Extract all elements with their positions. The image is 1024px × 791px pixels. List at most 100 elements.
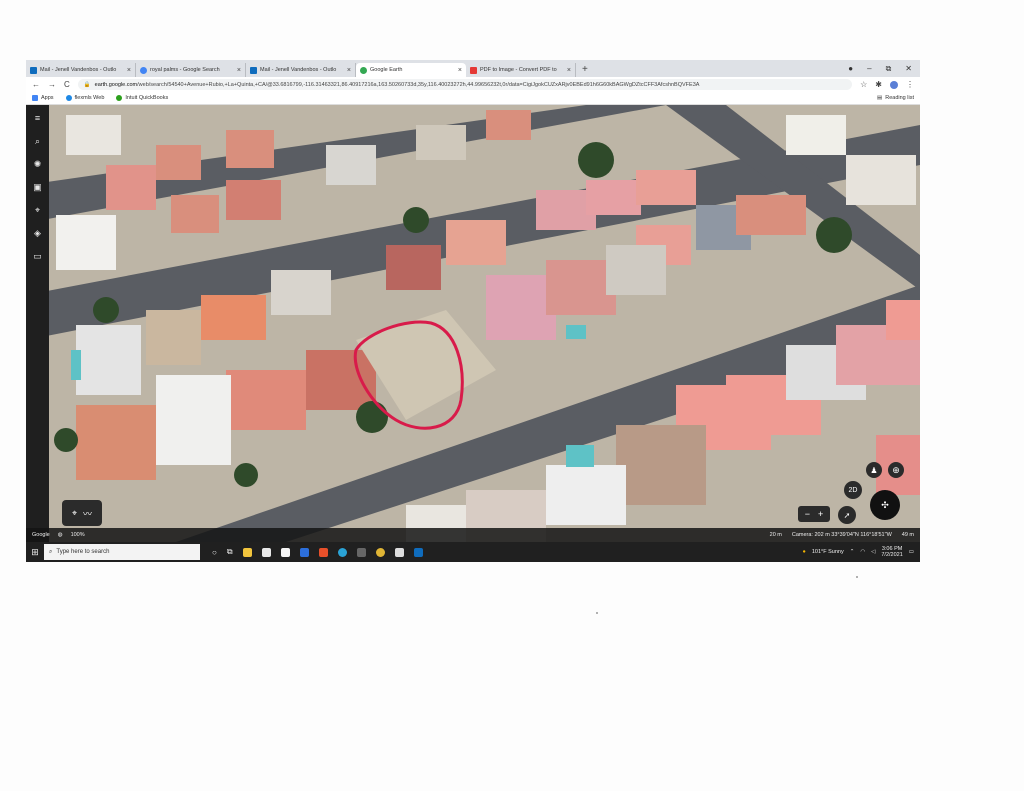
bookmark-star-icon[interactable]: ☆ <box>860 80 867 89</box>
url-host: earth.google.com <box>94 81 138 88</box>
system-tray: ● 101°F Sunny ⌃ ◠ ◁ 3:06 PM 7/2/2021 ▭ <box>803 546 920 558</box>
browser-toolbar: ← → C 🔒 earth.google.com/web/search/5454… <box>26 77 920 92</box>
compass-icon: ✣ <box>881 499 889 510</box>
bookmark-apps[interactable]: Apps <box>32 95 54 101</box>
tilt-button[interactable]: ➚ <box>838 506 856 524</box>
tab-pdf-to-image[interactable]: PDF to Image - Convert PDF to × <box>466 63 576 77</box>
outlook-icon <box>30 66 37 74</box>
google-icon <box>140 66 147 74</box>
bookmark-label: Apps <box>41 95 54 101</box>
lightning-app-icon[interactable] <box>299 547 309 557</box>
globe-icon: ◍ <box>57 532 63 538</box>
earth-map-viewport[interactable] <box>26 105 920 542</box>
avatar[interactable] <box>890 80 898 89</box>
cortana-icon[interactable]: ○ <box>212 548 217 557</box>
tab-close-icon[interactable]: × <box>127 67 131 74</box>
task-view-icon[interactable]: ⧉ <box>227 547 233 557</box>
tab-google-earth[interactable]: Google Earth × <box>356 63 466 77</box>
measure-icon[interactable]: ▭ <box>33 251 43 261</box>
url-path: /web/search/54540+Avenue+Rubio,+La+Quint… <box>137 81 700 88</box>
file-explorer-icon[interactable] <box>242 547 252 557</box>
extensions-icon[interactable]: ✱ <box>875 80 882 89</box>
tab-close-icon[interactable]: × <box>458 67 462 74</box>
voyager-icon[interactable]: ✺ <box>33 159 43 169</box>
dice-icon[interactable]: ▣ <box>33 182 43 192</box>
store-icon[interactable] <box>261 547 271 557</box>
zoom-in-button[interactable]: + <box>818 509 823 519</box>
close-button[interactable]: ✕ <box>905 64 912 73</box>
google-attribution: Google <box>32 532 50 538</box>
search-placeholder: Type here to search <box>56 549 110 555</box>
tab-close-icon[interactable]: × <box>347 67 351 74</box>
bookmark-flexmls[interactable]: flexmls Web <box>65 95 105 101</box>
volume-icon[interactable]: ◁ <box>871 549 875 555</box>
path-icon: 〰 <box>83 508 93 519</box>
compass-button[interactable]: ✣ <box>870 490 900 520</box>
calculator-icon[interactable] <box>356 547 366 557</box>
bookmark-label: flexmls Web <box>74 95 105 101</box>
restore-button[interactable]: ⧉ <box>886 64 892 74</box>
search-icon[interactable]: ⌕ <box>33 136 43 146</box>
edge-icon[interactable] <box>337 547 347 557</box>
zoom-percent: 100% <box>70 532 85 538</box>
network-icon[interactable]: ◠ <box>860 549 865 555</box>
new-tab-button[interactable]: + <box>576 63 594 77</box>
crosshair-icon: ⊕ <box>892 464 900 475</box>
windows-start-icon[interactable]: ⊞ <box>26 547 44 558</box>
tab-label: PDF to Image - Convert PDF to <box>480 67 557 73</box>
pegman-button[interactable]: ♟ <box>866 462 882 478</box>
pegman-icon: ♟ <box>870 465 878 475</box>
tab-close-icon[interactable]: × <box>567 67 571 74</box>
tab-label: Mail - Jenell Vandenbos - Outlo <box>260 67 337 73</box>
taskbar-search[interactable]: ⌕ Type here to search <box>44 544 200 560</box>
windows-taskbar: ⊞ ⌕ Type here to search ○ ⧉ ● 101°F Sunn… <box>26 542 920 562</box>
forward-button[interactable]: → <box>48 80 56 89</box>
view-mode-button[interactable]: 2D <box>844 481 862 499</box>
tab-google-search[interactable]: royal palms - Google Search × <box>136 63 246 77</box>
my-location-button[interactable]: ⊕ <box>888 462 904 478</box>
window-controls: ● – ⧉ ✕ <box>848 60 920 77</box>
tab-label: Google Earth <box>370 67 403 73</box>
menu-icon[interactable]: ⋮ <box>906 80 914 89</box>
menu-icon[interactable]: ≡ <box>33 113 43 123</box>
scale-bar: 20 m <box>769 532 782 538</box>
back-button[interactable]: ← <box>32 80 40 89</box>
tab-close-icon[interactable]: × <box>237 67 241 74</box>
tray-chevron-icon[interactable]: ⌃ <box>850 549 855 555</box>
minimize-button[interactable]: – <box>867 64 871 73</box>
tilt-icon: ➚ <box>843 510 851 520</box>
notifications-icon[interactable]: ▭ <box>909 549 914 555</box>
address-bar[interactable]: 🔒 earth.google.com/web/search/54540+Aven… <box>77 79 853 90</box>
places-icon[interactable]: ⌖ <box>33 205 43 215</box>
elevation-readout: 49 m <box>901 532 914 538</box>
pdf-icon <box>470 66 477 74</box>
weather-text[interactable]: 101°F Sunny <box>812 549 844 555</box>
quickbooks-icon[interactable] <box>394 547 404 557</box>
chrome-icon[interactable] <box>375 547 385 557</box>
status-right: 20 m Camera: 202 m 33°39'04"N 116°18'51"… <box>770 532 914 538</box>
google-earth-icon <box>360 66 367 74</box>
reload-button[interactable]: C <box>64 80 70 89</box>
tab-mail-2[interactable]: Mail - Jenell Vandenbos - Outlo × <box>246 63 356 77</box>
flexmls-icon <box>65 95 72 101</box>
tab-label: Mail - Jenell Vandenbos - Outlo <box>40 67 117 73</box>
zoom-out-button[interactable]: − <box>805 509 810 519</box>
tab-mail-1[interactable]: Mail - Jenell Vandenbos - Outlo × <box>26 63 136 77</box>
outlook-icon <box>250 66 257 74</box>
toolbar-actions: ☆ ✱ ⋮ <box>860 80 914 89</box>
bookmark-label: Intuit QuickBooks <box>125 95 169 101</box>
scan-speck <box>596 612 598 614</box>
search-icon: ⌕ <box>49 548 53 555</box>
reading-list[interactable]: ▤ Reading list <box>877 95 914 101</box>
quickbooks-icon <box>116 95 123 101</box>
reading-list-label: Reading list <box>885 95 914 101</box>
camera-readout: Camera: 202 m 33°39'04"N 116°18'51"W <box>791 532 892 538</box>
outlook-icon[interactable] <box>413 547 423 557</box>
bookmark-quickbooks[interactable]: Intuit QuickBooks <box>116 95 168 101</box>
profile-dot-icon[interactable]: ● <box>848 64 853 73</box>
office-icon[interactable] <box>318 547 328 557</box>
clock[interactable]: 3:06 PM 7/2/2021 <box>881 546 902 558</box>
amazon-icon[interactable] <box>280 547 290 557</box>
layers-icon[interactable]: ◈ <box>33 228 43 238</box>
location-toggle[interactable]: ⌖ 〰 <box>62 500 102 526</box>
